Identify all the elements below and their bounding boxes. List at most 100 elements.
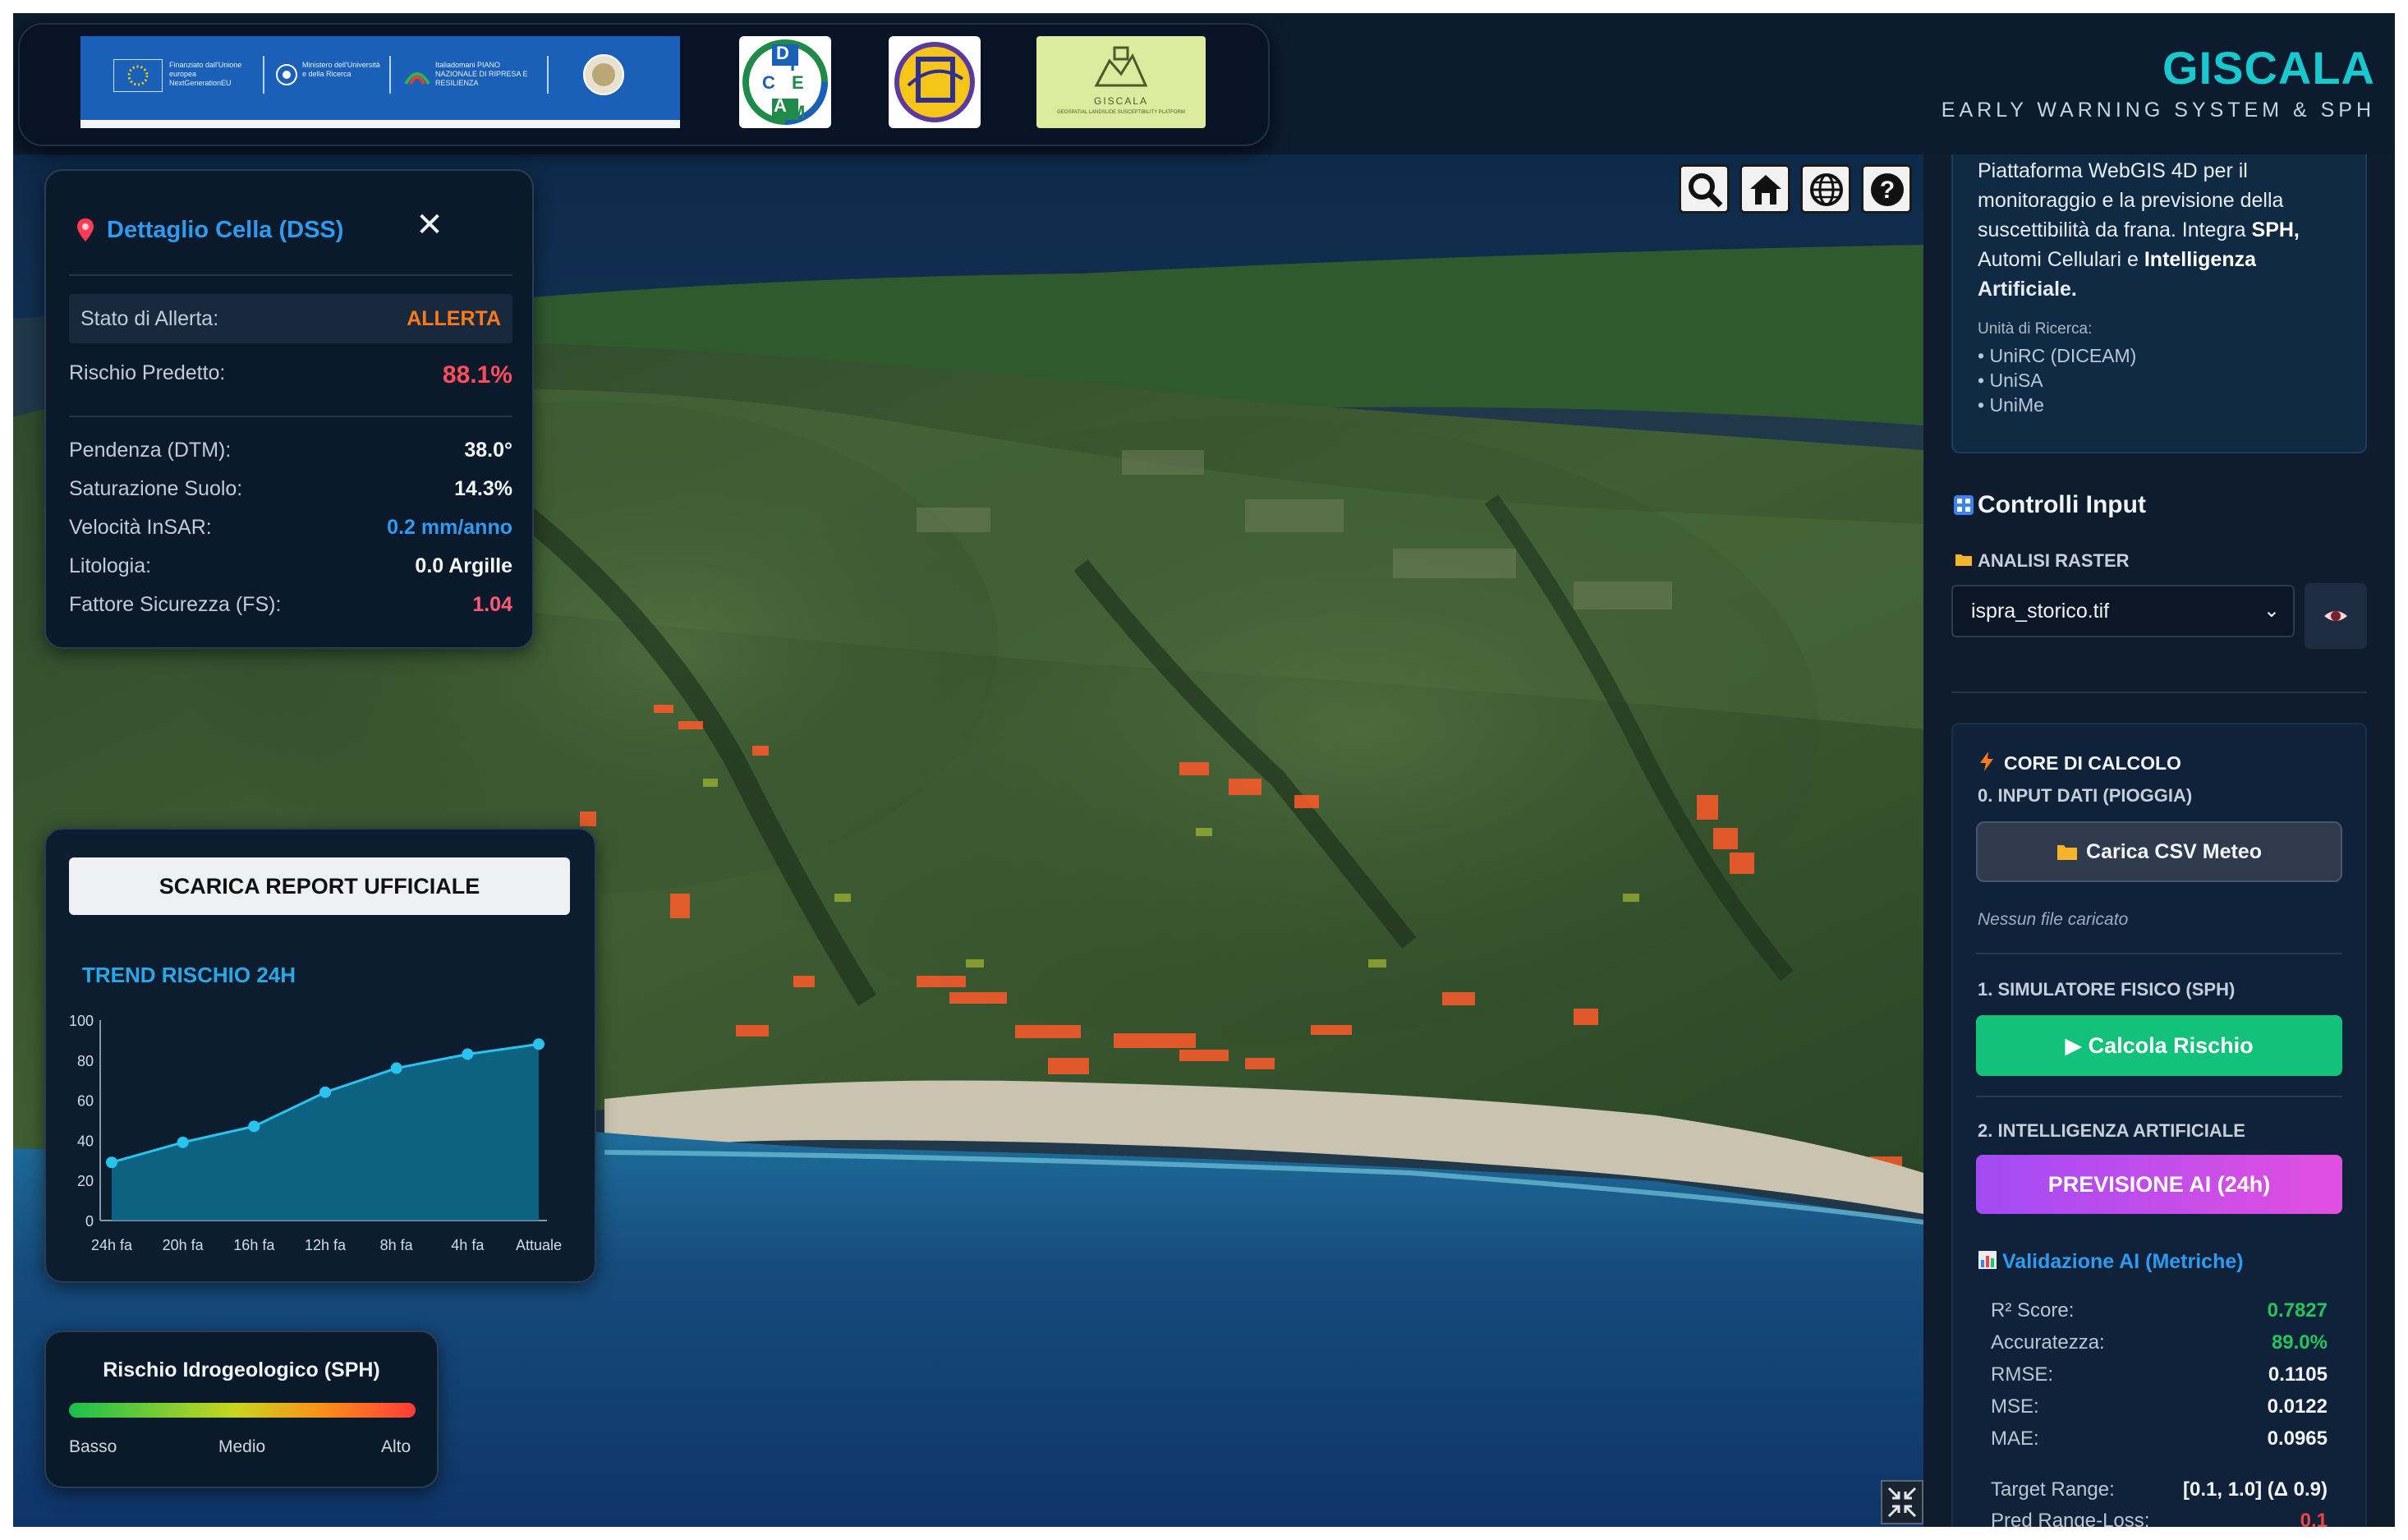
compute-core-title: CORE DI CALCOLO [2004, 752, 2181, 774]
research-unit-item: • UniRC (DICEAM) [1978, 345, 2137, 366]
load-csv-button[interactable]: Carica CSV Meteo [1976, 821, 2342, 882]
detail-row: Pendenza (DTM): 38.0° [69, 434, 512, 467]
data-point [462, 1048, 474, 1060]
about-line: Piattaforma WebGIS 4D per il [1978, 159, 2248, 182]
detail-row: Litologia: 0.0 Argille [69, 549, 512, 582]
research-unit-item: • UniMe [1978, 394, 2044, 416]
y-tick-label: 60 [77, 1093, 94, 1110]
insar-velocity-value: 0.2 mm/anno [387, 516, 512, 539]
help-icon: ? [1871, 173, 1904, 206]
legend-title: Rischio Idrogeologico (SPH) [103, 1358, 380, 1381]
metric-row: MSE: 0.0122 [1991, 1395, 2328, 1418]
globe-icon [1810, 173, 1843, 206]
data-point [106, 1156, 117, 1169]
giscala-logo-text: GISCALA [1093, 95, 1149, 107]
globe-button[interactable] [1800, 164, 1851, 214]
university-seal-icon [583, 54, 624, 95]
x-tick-label: 8h fa [380, 1237, 414, 1253]
eye-icon [2324, 611, 2347, 621]
y-tick-label: 0 [85, 1213, 94, 1230]
controls-title: Controlli Input [1978, 491, 2146, 518]
raster-select[interactable]: ispra_storico.tif ⌄ [1951, 585, 2295, 637]
diceam-logo: D I C E A M [739, 36, 831, 128]
download-report-button[interactable]: SCARICA REPORT UFFICIALE [69, 857, 570, 915]
data-point [533, 1038, 545, 1050]
y-tick-label: 20 [77, 1173, 94, 1189]
globe-logo-icon [894, 42, 975, 122]
calculate-risk-button[interactable]: ▶ Calcola Rischio [1976, 1015, 2342, 1076]
x-tick-label: Attuale [516, 1237, 562, 1253]
legend-high-label: Alto [381, 1437, 411, 1456]
home-icon [1750, 175, 1781, 205]
about-line: Artificiale. [1978, 278, 2077, 301]
metric-row: Pred Range-Loss: 0.1 [1991, 1510, 2328, 1527]
italiadomani-icon [404, 72, 430, 85]
about-text: Piattaforma WebGIS 4D per il monitoraggi… [1978, 156, 2364, 304]
about-line: suscettibilità da frana. Integra SPH, [1978, 218, 2300, 241]
toggle-layer-visibility-button[interactable] [2305, 583, 2367, 649]
data-point [390, 1062, 402, 1074]
divider [69, 416, 512, 417]
predicted-risk-value: 88.1% [442, 361, 512, 388]
y-tick-label: 40 [77, 1133, 94, 1149]
rain-input-label: 0. INPUT DATI (PIOGGIA) [1978, 785, 2193, 806]
search-button[interactable] [1679, 164, 1730, 214]
folder-icon [1955, 554, 1972, 566]
detail-row: Fattore Sicurezza (FS): 1.04 [69, 588, 512, 621]
raster-analysis-label: ANALISI RASTER [1978, 550, 2130, 571]
soil-saturation-value: 14.3% [454, 477, 512, 500]
metric-row: Accuratezza: 89.0% [1991, 1331, 2328, 1354]
alert-status-label: Stato di Allerta: [80, 307, 219, 330]
predicted-risk-row: Rischio Predetto: 88.1% [69, 356, 512, 389]
research-unit-logo [889, 36, 981, 128]
file-status-text: Nessun file caricato [1978, 910, 2129, 929]
ai-validation-title: Validazione AI (Metriche) [2002, 1250, 2244, 1273]
report-panel: SCARICA REPORT UFFICIALE TREND RISCHIO 2… [44, 828, 596, 1283]
divider [1951, 692, 2367, 693]
fullscreen-button[interactable] [1881, 1480, 1923, 1524]
raster-select-value: ispra_storico.tif [1971, 600, 2110, 623]
lithology-label: Litologia: [69, 554, 152, 577]
giscala-logo: GISCALA GEOSPATIAL LANDSLIDE SUSCEPTIBIL… [1036, 36, 1206, 128]
app-window: ? Finanziato dall'Unione europea NextGen… [13, 13, 2395, 1527]
about-box: Piattaforma WebGIS 4D per il monitoraggi… [1951, 154, 2367, 453]
detail-row: Saturazione Suolo: 14.3% [69, 472, 512, 505]
logo-divider [389, 56, 391, 94]
safety-factor-value: 1.04 [472, 593, 512, 616]
legend-color-scale [69, 1403, 416, 1418]
about-line: Automi Cellulari e Intelligenza [1978, 248, 2256, 271]
data-point [319, 1086, 331, 1098]
risk-trend-chart: 0 20 40 60 80 100 24h fa 20h fa 16h fa 12h fa 8h … [69, 1013, 562, 1253]
soil-saturation-label: Saturazione Suolo: [69, 477, 243, 500]
data-point [248, 1120, 260, 1133]
safety-factor-label: Fattore Sicurezza (FS): [69, 593, 282, 616]
compute-core-section: CORE DI CALCOLO 0. INPUT DATI (PIOGGIA) … [1951, 723, 2367, 1527]
logo-divider [547, 56, 549, 94]
close-button[interactable]: ✕ [412, 209, 447, 243]
x-tick-label: 20h fa [163, 1237, 204, 1253]
predicted-risk-label: Rischio Predetto: [69, 361, 226, 384]
ai-forecast-button[interactable]: PREVISIONE AI (24h) [1976, 1155, 2342, 1214]
legend-mid-label: Medio [218, 1437, 266, 1456]
diceam-letter: D [776, 43, 789, 63]
sidebar[interactable]: Piattaforma WebGIS 4D per il monitoraggi… [1923, 154, 2395, 1527]
map-pin-icon [77, 218, 94, 241]
home-button[interactable] [1739, 164, 1790, 214]
y-tick-label: 100 [69, 1013, 94, 1029]
divider [1976, 1096, 2342, 1097]
metric-row: Target Range: [0.1, 1.0] (Δ 0.9) [1991, 1478, 2328, 1501]
eu-flag-icon [113, 59, 163, 92]
cell-detail-panel: Dettaglio Cella (DSS) ✕ Stato di Allerta… [44, 169, 534, 649]
risk-legend: Rischio Idrogeologico (SPH) Basso Medio … [44, 1331, 439, 1488]
metric-row: RMSE: 0.1105 [1991, 1363, 2328, 1386]
svg-text:?: ? [1880, 177, 1895, 204]
metric-row: R² Score: 0.7827 [1991, 1299, 2328, 1322]
controls-icon [1954, 495, 1974, 515]
x-tick-label: 12h fa [305, 1237, 347, 1253]
brand-subtitle: EARLY WARNING SYSTEM & SPH [1941, 99, 2375, 122]
ministry-emblem-icon [276, 64, 297, 85]
divider [1976, 953, 2342, 954]
chevron-down-icon: ⌄ [2263, 600, 2280, 622]
diceam-letter: M [790, 102, 806, 122]
help-button[interactable]: ? [1861, 164, 1912, 214]
